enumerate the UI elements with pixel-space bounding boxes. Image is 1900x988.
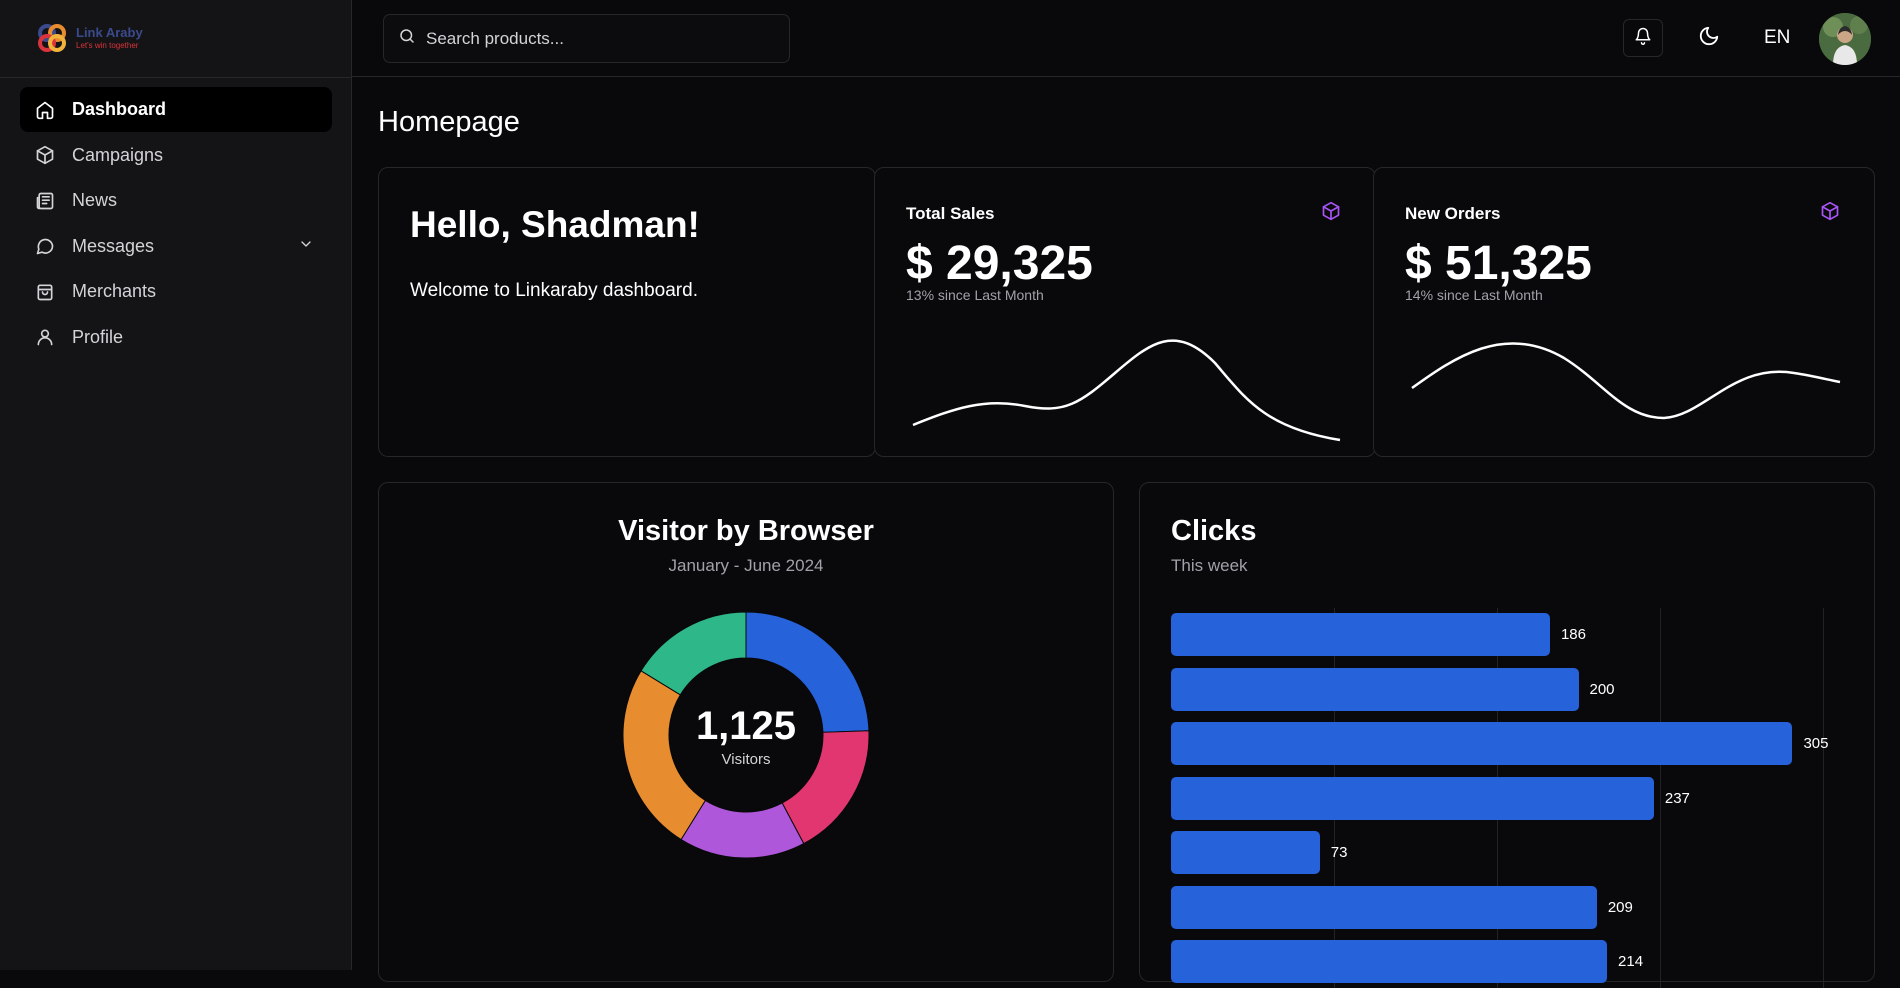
bar-value-label: 305	[1803, 735, 1829, 752]
welcome-card: Hello, Shadman! Welcome to Linkaraby das…	[378, 167, 876, 457]
language-selector[interactable]: EN	[1764, 27, 1790, 49]
sidebar-item-label: News	[72, 190, 118, 210]
bar-row: 73	[1171, 831, 1347, 874]
home-icon	[34, 99, 56, 121]
donut-label: Visitors	[721, 751, 771, 768]
chart-title: Clicks	[1171, 515, 1257, 547]
bar-row: 237	[1171, 776, 1690, 820]
sidebar-item-label: Merchants	[72, 281, 157, 301]
new-orders-card: New Orders $ 51,325 14% since Last Month	[1373, 167, 1875, 457]
box-icon	[1321, 201, 1341, 226]
bar-value-label: 214	[1618, 953, 1644, 970]
user-avatar-icon	[1819, 13, 1871, 65]
user-icon	[34, 326, 56, 348]
visitor-donut-chart: 1,125 Visitors	[622, 611, 870, 859]
theme-toggle-button[interactable]	[1689, 19, 1729, 57]
chart-title: Visitor by Browser	[618, 515, 874, 547]
sidebar-item-messages[interactable]: Messages	[20, 224, 332, 269]
sidebar-item-label: Profile	[72, 326, 124, 347]
sidebar-item-dashboard[interactable]: Dashboard	[20, 87, 332, 132]
visitor-by-browser-card: Visitor by Browser January - June 2024 1…	[378, 482, 1114, 982]
box-icon	[34, 144, 56, 166]
bar-row: 209	[1171, 885, 1633, 929]
clicks-bar[interactable]	[1171, 667, 1579, 711]
sidebar-item-news[interactable]: News	[20, 178, 332, 223]
clicks-bar[interactable]	[1171, 831, 1320, 874]
brand-logo[interactable]: Link Araby Let's win together	[34, 18, 143, 58]
bar-value-label: 186	[1560, 626, 1586, 643]
shopping-bag-icon	[34, 281, 56, 303]
welcome-greeting: Hello, Shadman!	[410, 204, 700, 245]
bar-row: 305	[1171, 722, 1828, 765]
top-bar: EN	[352, 0, 1900, 77]
search-input[interactable]	[426, 28, 766, 49]
bar-value-label: 237	[1664, 789, 1690, 807]
bar-row: 214	[1171, 940, 1643, 983]
grid-line	[1823, 608, 1824, 988]
sidebar: Link Araby Let's win together Dashboard …	[0, 0, 352, 970]
clicks-bar[interactable]	[1171, 776, 1654, 820]
stat-change: 13% since Last Month	[906, 287, 1044, 303]
sidebar-item-label: Messages	[72, 235, 155, 256]
bar-value-label: 209	[1607, 898, 1633, 916]
message-icon	[34, 235, 56, 257]
sidebar-item-profile[interactable]: Profile	[20, 315, 332, 360]
chevron-down-icon[interactable]	[298, 236, 314, 257]
stat-change: 14% since Last Month	[1405, 287, 1543, 303]
sidebar-divider	[0, 77, 351, 78]
moon-icon	[1698, 25, 1720, 52]
bar-row: 200	[1171, 667, 1615, 711]
bar-row: 186	[1171, 613, 1586, 656]
avatar[interactable]	[1819, 13, 1871, 65]
stat-label: Total Sales	[906, 204, 995, 223]
welcome-message: Welcome to Linkaraby dashboard.	[410, 280, 698, 301]
chart-subtitle: This week	[1171, 556, 1248, 575]
stat-value: $ 51,325	[1405, 237, 1592, 290]
stat-value: $ 29,325	[906, 237, 1093, 290]
sidebar-item-label: Campaigns	[72, 144, 164, 165]
clicks-bar-chart: 186 200 305 237 73 209 214	[1171, 608, 1851, 988]
brand-name: Link Araby	[76, 25, 143, 40]
search-icon	[398, 27, 416, 50]
brand-tagline: Let's win together	[76, 41, 139, 50]
chart-subtitle: January - June 2024	[668, 556, 824, 575]
link-araby-logo-icon	[38, 24, 66, 52]
bell-icon	[1634, 27, 1652, 50]
sidebar-nav: Dashboard Campaigns News Messages Mercha…	[20, 87, 332, 360]
page-title: Homepage	[378, 106, 520, 138]
clicks-bar[interactable]	[1171, 940, 1608, 983]
box-icon	[1820, 201, 1840, 226]
clicks-card: Clicks This week 186 200 305 237 73 209 214	[1139, 482, 1875, 988]
total-sales-card: Total Sales $ 29,325 13% since Last Mont…	[874, 167, 1376, 457]
clicks-bar[interactable]	[1171, 613, 1550, 656]
total-sales-sparkline	[912, 339, 1341, 442]
donut-total: 1,125	[695, 704, 797, 748]
bar-value-label: 200	[1589, 680, 1615, 698]
bar-value-label: 73	[1330, 844, 1348, 861]
clicks-bar[interactable]	[1171, 885, 1597, 929]
stat-label: New Orders	[1405, 204, 1501, 223]
notifications-button[interactable]	[1623, 19, 1663, 57]
sidebar-item-merchants[interactable]: Merchants	[20, 269, 332, 314]
sidebar-item-label: Dashboard	[72, 99, 167, 119]
sidebar-item-campaigns[interactable]: Campaigns	[20, 133, 332, 178]
clicks-bar[interactable]	[1171, 722, 1793, 765]
new-orders-sparkline	[1411, 342, 1841, 420]
search-box[interactable]	[383, 14, 790, 63]
newspaper-icon	[34, 190, 56, 212]
